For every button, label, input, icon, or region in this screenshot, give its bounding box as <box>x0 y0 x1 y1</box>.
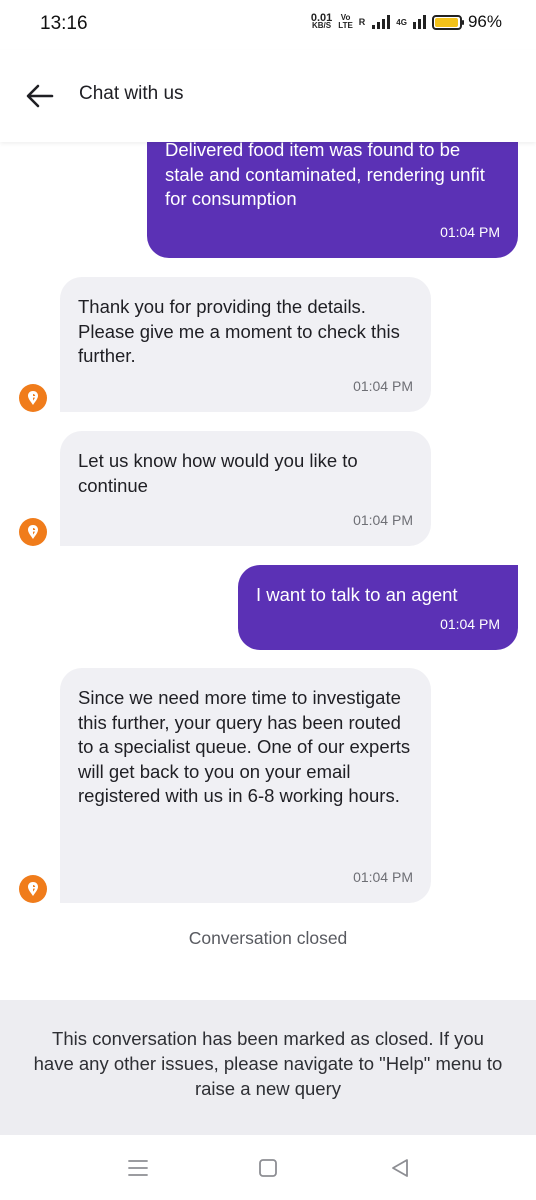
signal-sim2-icon <box>412 15 426 29</box>
closed-notice-banner: This conversation has been marked as clo… <box>0 1000 536 1135</box>
message-text: Delivered food item was found to be stal… <box>165 142 485 209</box>
network-speed-unit: KB/S <box>312 21 332 30</box>
message-bubble-bot: Let us know how would you like to contin… <box>60 431 431 546</box>
status-time: 13:16 <box>40 13 88 34</box>
battery-icon <box>431 14 464 30</box>
swiggy-logo-icon <box>28 525 38 539</box>
signal-sim1-icon <box>372 15 391 29</box>
menu-icon <box>128 1160 148 1176</box>
app-header: Chat with us <box>0 50 536 142</box>
message-time: 01:04 PM <box>440 615 500 632</box>
conversation-status: Conversation closed <box>188 928 348 948</box>
volte-icon: Vo LTE <box>338 14 353 30</box>
status-bar: 13:16 0.01 KB/S Vo LTE R 4G 96% <box>0 0 536 50</box>
message-time: 01:04 PM <box>353 511 413 528</box>
arrow-left-icon <box>26 84 54 108</box>
battery-fill <box>434 17 458 27</box>
square-home-icon <box>259 1159 277 1177</box>
swiggy-logo-icon <box>28 882 38 896</box>
system-back-button[interactable] <box>387 1155 413 1181</box>
swiggy-logo-icon <box>28 391 38 405</box>
message-bubble-bot: Thank you for providing the details. Ple… <box>60 277 431 412</box>
closed-notice-text: This conversation has been marked as clo… <box>33 1028 503 1099</box>
page-title: Chat with us <box>79 83 184 104</box>
bot-avatar <box>19 875 47 903</box>
battery-percent: 96% <box>467 12 502 31</box>
message-bubble-bot: Since we need more time to investigate t… <box>60 668 431 903</box>
recent-apps-button[interactable] <box>125 1155 151 1181</box>
message-text: Let us know how would you like to contin… <box>78 450 358 496</box>
message-time: 01:04 PM <box>353 868 413 885</box>
message-text: Thank you for providing the details. Ple… <box>78 296 400 366</box>
network-speed: 0.01 KB/S <box>311 13 332 30</box>
system-nav-bar <box>0 1135 536 1200</box>
status-indicators: 0.01 KB/S Vo LTE R 4G 96% <box>311 12 502 32</box>
message-text: Since we need more time to investigate t… <box>78 687 411 806</box>
volte-bottom: LTE <box>338 21 353 30</box>
message-bubble-user: I want to talk to an agent 01:04 PM <box>238 565 518 650</box>
bot-avatar <box>19 384 47 412</box>
message-time: 01:04 PM <box>353 377 413 394</box>
message-bubble-user: Delivered food item was found to be stal… <box>147 142 518 258</box>
home-button[interactable] <box>255 1155 281 1181</box>
network-type: 4G <box>396 17 407 27</box>
bot-avatar <box>19 518 47 546</box>
triangle-back-icon <box>392 1159 408 1177</box>
chat-messages[interactable]: Delivered food item was found to be stal… <box>0 142 536 1000</box>
sim-label: R <box>358 17 366 27</box>
message-text: I want to talk to an agent <box>256 584 458 605</box>
message-time: 01:04 PM <box>440 223 500 240</box>
back-button[interactable] <box>24 80 56 112</box>
